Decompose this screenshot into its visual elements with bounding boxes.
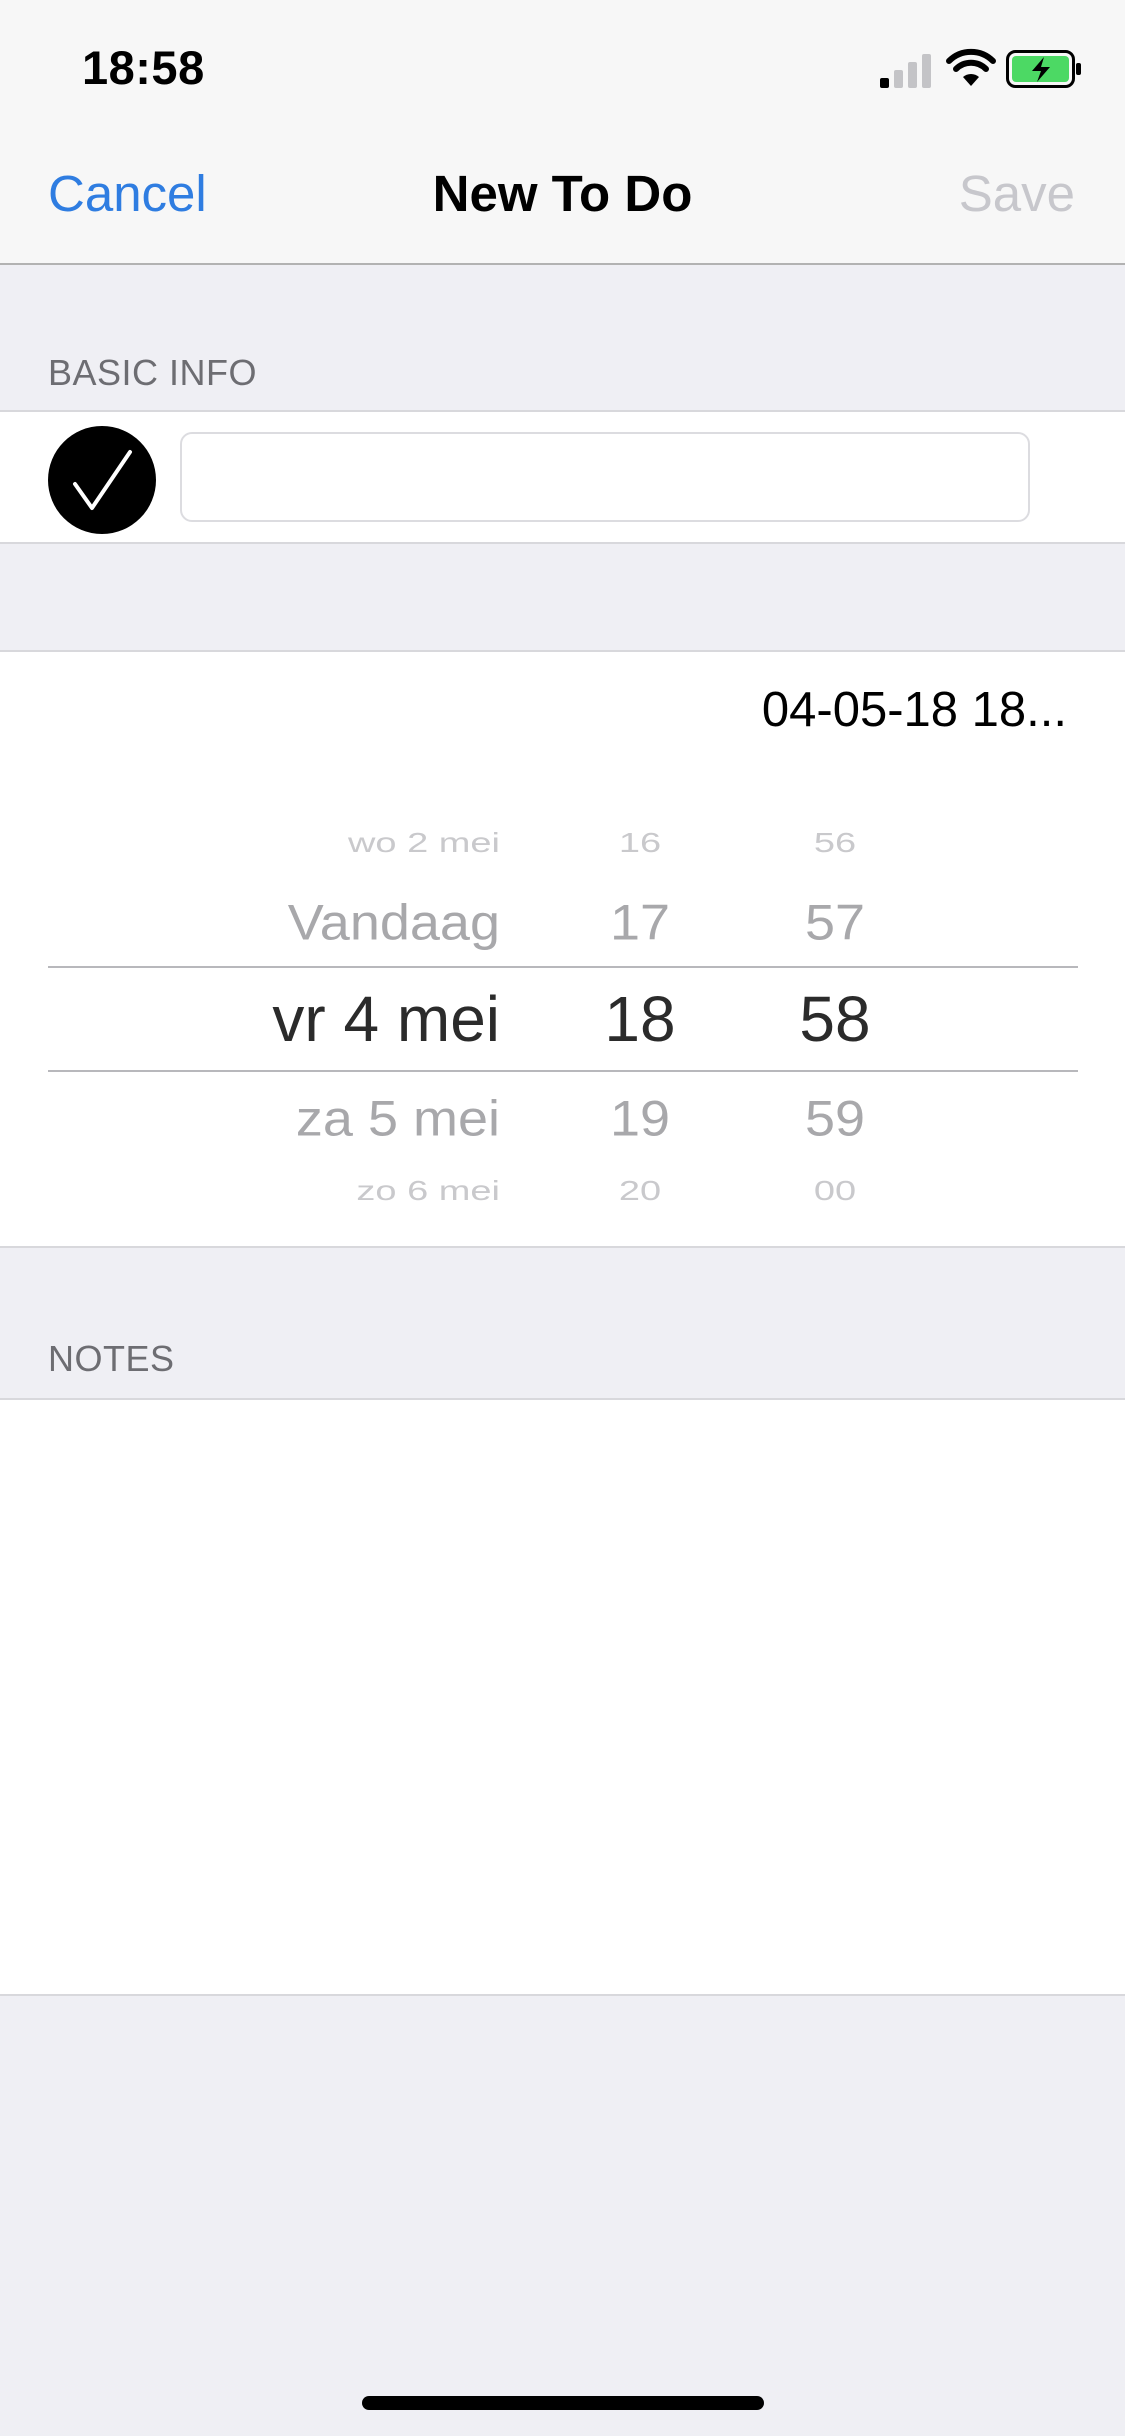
picker-day-selected[interactable]: vr 4 mei	[272, 982, 500, 1056]
picker-hour-option[interactable]: 17	[600, 894, 680, 951]
picker-minute-option[interactable]: 59	[790, 1090, 880, 1147]
picker-minute-option[interactable]: 00	[790, 1176, 880, 1207]
picker-hour-option[interactable]: 16	[600, 828, 680, 859]
screen: 18:58 Cancel New To Do Save BASIC INFO 0…	[0, 0, 1125, 2436]
basic-info-row	[0, 410, 1125, 544]
status-bar: 18:58	[0, 0, 1125, 132]
picker-day-option[interactable]: Vandaag	[288, 894, 500, 951]
status-time: 18:58	[82, 41, 205, 94]
picker-day-option[interactable]: za 5 mei	[296, 1090, 500, 1147]
picker-selection-top-line	[48, 966, 1078, 968]
wifi-icon	[946, 48, 996, 86]
section-header-notes: NOTES	[48, 1338, 175, 1379]
battery-charging-icon	[1006, 50, 1081, 88]
notes-text-area[interactable]	[0, 1398, 1125, 1996]
date-cell: 04-05-18 18... wo 2 mei Vandaag vr 4 mei…	[0, 650, 1125, 1248]
date-value[interactable]: 04-05-18 18...	[762, 682, 1067, 738]
home-indicator[interactable]	[362, 2396, 764, 2410]
picker-hour-option[interactable]: 19	[600, 1090, 680, 1147]
completed-toggle[interactable]	[48, 426, 156, 534]
picker-day-option[interactable]: wo 2 mei	[348, 828, 500, 859]
picker-selection-bottom-line	[48, 1070, 1078, 1072]
save-button[interactable]: Save	[959, 164, 1075, 223]
checkmark-icon	[73, 450, 132, 510]
todo-title-input[interactable]	[180, 432, 1030, 522]
navigation-bar: Cancel New To Do Save	[0, 132, 1125, 265]
picker-hour-option[interactable]: 20	[600, 1176, 680, 1207]
picker-minute-option[interactable]: 57	[790, 894, 880, 951]
cancel-button[interactable]: Cancel	[48, 164, 207, 223]
picker-day-option[interactable]: zo 6 mei	[356, 1176, 500, 1207]
picker-minute-option[interactable]: 56	[790, 828, 880, 859]
date-time-picker[interactable]: wo 2 mei Vandaag vr 4 mei za 5 mei zo 6 …	[0, 792, 1125, 1232]
signal-icon	[880, 54, 931, 88]
section-header-basic-info: BASIC INFO	[48, 352, 258, 393]
picker-hour-selected[interactable]: 18	[600, 982, 680, 1056]
picker-minute-selected[interactable]: 58	[790, 982, 880, 1056]
